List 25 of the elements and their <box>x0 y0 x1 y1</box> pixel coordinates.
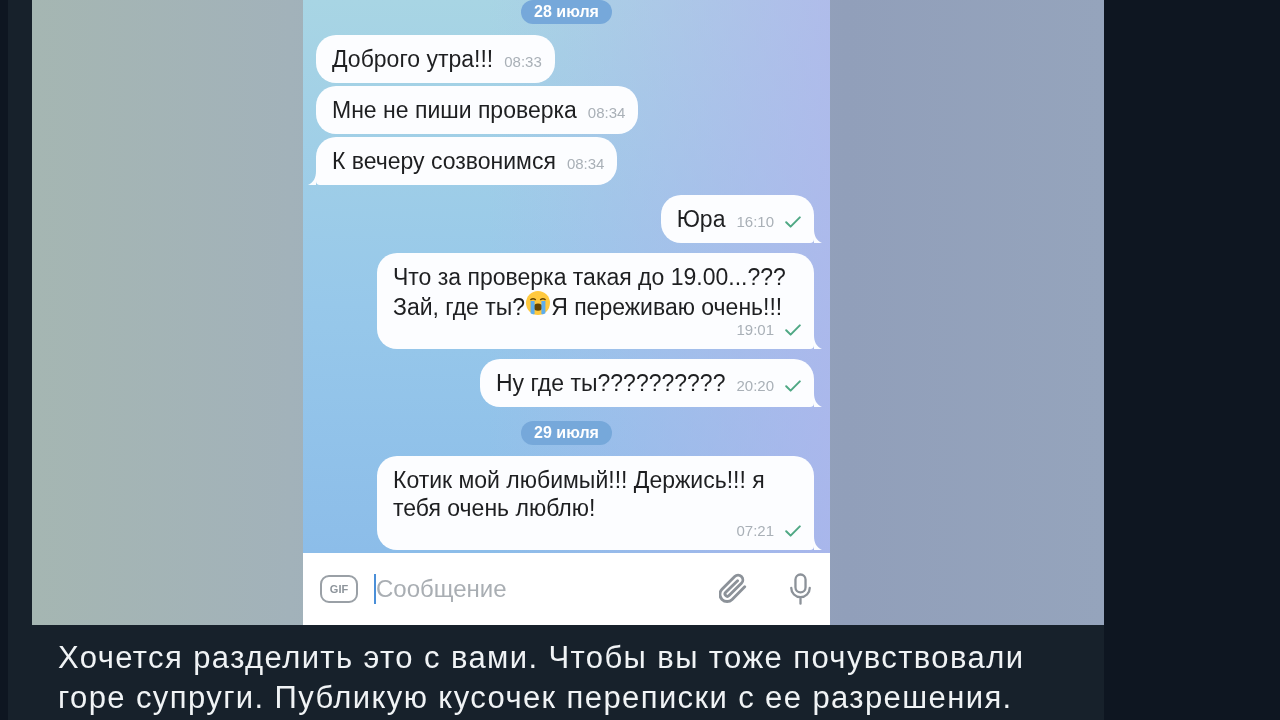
date-label: 29 июля <box>521 421 612 445</box>
message-text: Мне не пиши проверка <box>332 96 577 124</box>
post-caption: Хочется разделить это с вами. Чтобы вы тоже почувствовали горе супруги. Публикую кусочек переписки с ее разрешения. <box>57 639 1026 717</box>
message-time: 08:34 <box>566 155 605 173</box>
message-text: Я переживаю очень!!! <box>551 293 783 321</box>
message-time: 08:33 <box>504 53 542 71</box>
message-text: Доброго утра!!! <box>332 45 494 73</box>
message-text: Что за проверка такая до 19.00...??? <box>393 263 786 291</box>
message-time: 20:20 <box>736 377 774 395</box>
message-text: Ну где ты?????????? <box>496 369 726 397</box>
message-text: Юра <box>676 205 726 233</box>
message-text: Зай, где ты? <box>393 293 526 321</box>
message-composer-bar[interactable]: GIF Сообщение <box>303 553 830 625</box>
message-time: 08:34 <box>587 104 626 122</box>
message-time: 07:21 <box>736 522 774 540</box>
message-text: К вечеру созвонимся <box>332 147 556 175</box>
message-text: Котик мой любимый!!! Держись!!! я тебя очень люблю! <box>393 466 766 522</box>
gif-button[interactable]: GIF <box>320 575 358 603</box>
message-input[interactable]: Сообщение <box>376 569 709 609</box>
crying-face-emoji-icon <box>526 291 551 315</box>
microphone-icon[interactable] <box>790 573 811 605</box>
date-label: 28 июля <box>521 0 612 24</box>
message-time: 19:01 <box>736 321 774 339</box>
paperclip-icon[interactable] <box>719 573 749 605</box>
message-time: 16:10 <box>736 213 774 231</box>
